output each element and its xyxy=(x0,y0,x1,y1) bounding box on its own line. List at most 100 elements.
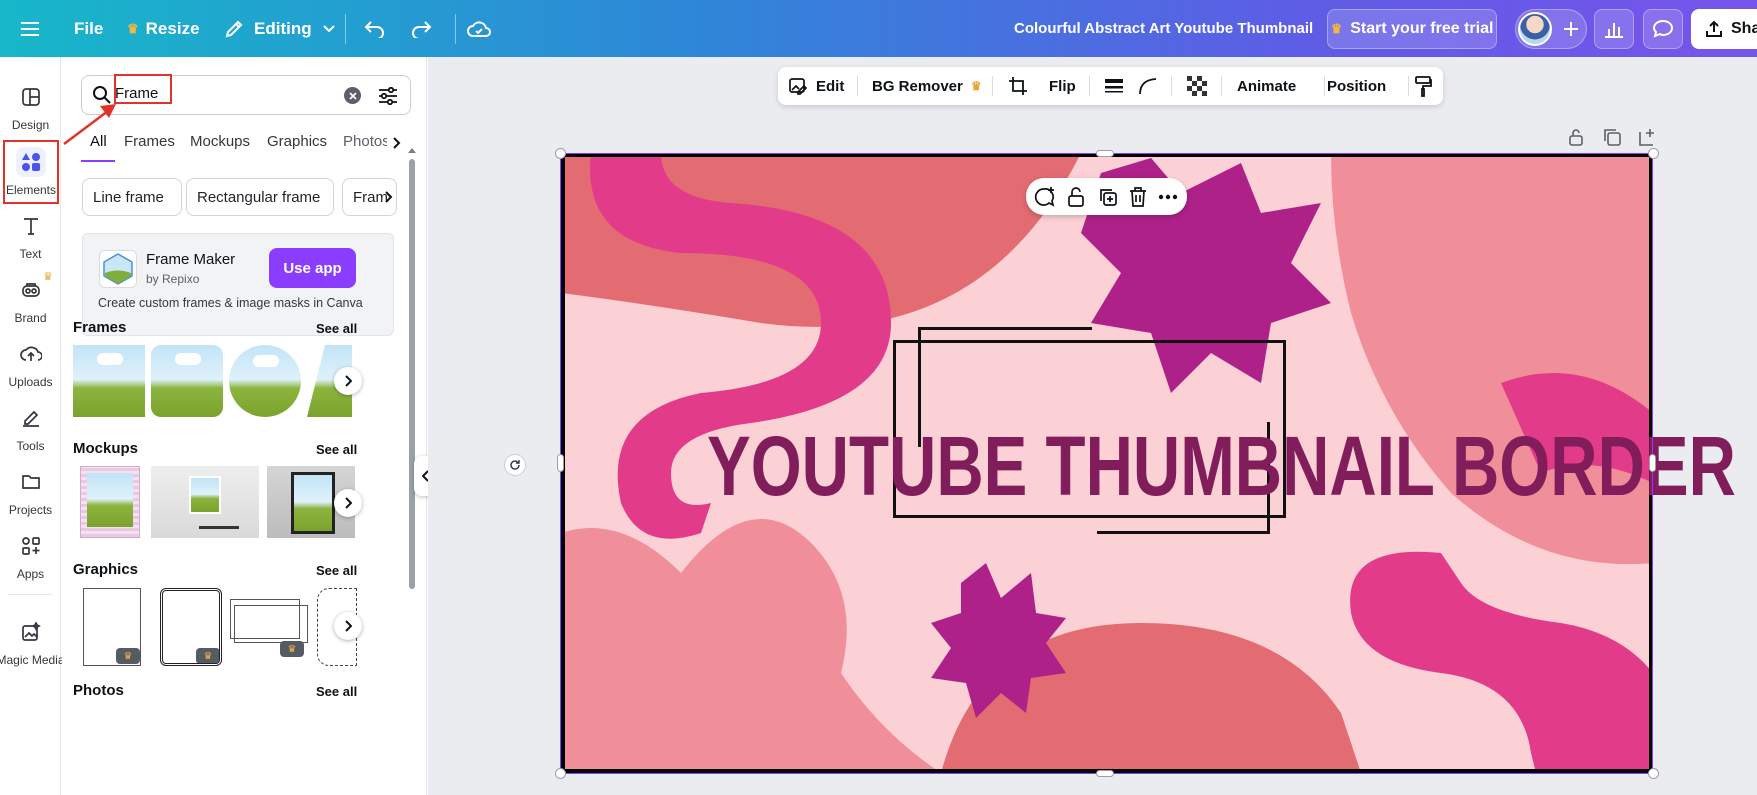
insights-button[interactable] xyxy=(1594,9,1634,49)
corner-rounding-icon xyxy=(1139,78,1157,95)
flip-button[interactable]: Flip xyxy=(1049,67,1076,105)
resize-handle-bottom[interactable] xyxy=(1096,770,1114,777)
animate-button[interactable]: Animate xyxy=(1237,67,1296,105)
divider xyxy=(1408,76,1409,96)
section-title-mockups: Mockups xyxy=(73,440,139,457)
menu-button[interactable] xyxy=(20,0,40,57)
rotate-icon xyxy=(510,460,520,470)
resize-handle-right[interactable] xyxy=(1649,454,1656,472)
editing-mode-dropdown[interactable]: Editing xyxy=(224,0,336,57)
resize-button[interactable]: ♛ Resize xyxy=(127,0,200,57)
divider xyxy=(8,594,52,595)
tab-frames[interactable]: Frames xyxy=(124,133,175,150)
duplicate-page-icon[interactable] xyxy=(1602,127,1622,147)
edit-image-button[interactable]: Edit xyxy=(788,67,844,105)
transparency-icon xyxy=(1187,76,1207,96)
use-app-button[interactable]: Use app xyxy=(269,248,356,288)
document-title[interactable]: Colourful Abstract Art Youtube Thumbnail xyxy=(1014,0,1313,57)
tab-graphics[interactable]: Graphics xyxy=(267,133,327,150)
resize-handle-top-right[interactable] xyxy=(1648,148,1659,159)
scroll-up-arrow[interactable] xyxy=(408,148,416,153)
graphic-thumb-sketch-frame[interactable]: ♛ xyxy=(160,588,222,666)
see-all-mockups-link[interactable]: See all xyxy=(316,442,357,457)
chip-label: Fram xyxy=(353,188,388,206)
plus-icon xyxy=(1564,22,1578,36)
crop-button[interactable] xyxy=(1008,67,1028,105)
rotate-handle[interactable] xyxy=(504,454,526,476)
redo-button[interactable] xyxy=(410,0,432,57)
tab-mockups[interactable]: Mockups xyxy=(190,133,250,150)
trash-icon[interactable] xyxy=(1128,186,1148,208)
resize-handle-top-left[interactable] xyxy=(555,148,566,159)
mockups-next-button[interactable] xyxy=(334,489,362,517)
corner-rounding-button[interactable] xyxy=(1138,67,1158,105)
chevron-right-icon xyxy=(345,497,352,509)
rail-label-text: Text xyxy=(19,247,42,261)
divider xyxy=(1324,76,1325,96)
save-status-button[interactable] xyxy=(467,0,491,57)
see-all-photos-link[interactable]: See all xyxy=(316,684,357,699)
resize-handle-bottom-left[interactable] xyxy=(555,768,566,779)
copy-style-button[interactable] xyxy=(1414,67,1432,105)
clear-search-button[interactable] xyxy=(344,87,361,104)
share-button[interactable]: Sha xyxy=(1691,9,1757,49)
bar-chart-icon xyxy=(1605,23,1623,38)
chip-line-frame[interactable]: Line frame xyxy=(82,178,182,216)
frames-next-button[interactable] xyxy=(334,367,362,395)
mockup-thumb-frame[interactable] xyxy=(80,466,140,538)
bg-remover-button[interactable]: BG Remover ♛ xyxy=(872,67,982,105)
rail-item-text[interactable]: Text xyxy=(0,204,61,268)
see-all-frames-link[interactable]: See all xyxy=(316,321,357,336)
design-icon xyxy=(21,88,40,106)
crown-icon: ♛ xyxy=(1330,21,1343,36)
more-options-icon[interactable] xyxy=(1158,194,1178,200)
frame-thumb-circle[interactable] xyxy=(229,345,301,417)
rail-item-apps[interactable]: Apps xyxy=(0,524,61,588)
file-menu[interactable]: File xyxy=(74,0,103,57)
lock-icon[interactable] xyxy=(1066,186,1086,208)
scrollbar-thumb[interactable] xyxy=(409,159,415,589)
frame-thumb-square[interactable] xyxy=(73,345,145,417)
rail-item-elements[interactable]: Elements xyxy=(3,140,59,204)
divider xyxy=(857,76,858,96)
duplicate-icon[interactable] xyxy=(1097,186,1119,208)
add-collaborator-button[interactable] xyxy=(1557,15,1585,43)
rail-item-projects[interactable]: Projects xyxy=(0,460,61,524)
avatar[interactable] xyxy=(1518,12,1552,46)
filter-button[interactable] xyxy=(376,84,400,108)
border-style-button[interactable] xyxy=(1104,67,1124,105)
graphics-next-button[interactable] xyxy=(334,612,362,640)
rail-item-brand[interactable]: Brand ♛ xyxy=(0,268,61,332)
rail-item-design[interactable]: Design xyxy=(0,75,61,139)
add-page-icon[interactable] xyxy=(1637,127,1657,147)
resize-handle-top[interactable] xyxy=(1096,150,1114,157)
rail-item-uploads[interactable]: Uploads xyxy=(0,332,61,396)
start-free-trial-button[interactable]: ♛ Start your free trial xyxy=(1327,9,1497,49)
resize-handle-left[interactable] xyxy=(557,454,564,472)
transparency-button[interactable] xyxy=(1187,67,1207,105)
rail-item-tools[interactable]: Tools xyxy=(0,396,61,460)
frame-thumb-rounded[interactable] xyxy=(151,345,223,417)
magic-media-icon xyxy=(21,622,41,641)
undo-icon xyxy=(364,20,384,38)
tab-photos[interactable]: Photos xyxy=(343,133,387,150)
rail-item-magic-media[interactable]: Magic Media xyxy=(0,610,67,674)
see-all-graphics-link[interactable]: See all xyxy=(316,563,357,578)
border-weight-icon xyxy=(1105,79,1123,93)
highlight-box xyxy=(114,74,172,104)
comments-button[interactable] xyxy=(1643,9,1683,49)
graphic-thumb-double-frame[interactable]: ♛ xyxy=(230,597,310,657)
chip-rectangular-frame[interactable]: Rectangular frame xyxy=(186,178,334,216)
chevron-right-icon[interactable] xyxy=(392,136,402,150)
position-button[interactable]: Position xyxy=(1327,67,1386,105)
undo-button[interactable] xyxy=(364,0,386,57)
comment-add-icon[interactable] xyxy=(1034,186,1056,208)
graphic-thumb-rect-frame[interactable]: ♛ xyxy=(83,588,141,666)
lock-icon[interactable] xyxy=(1566,127,1586,147)
chevron-right-icon[interactable] xyxy=(384,190,394,204)
resize-handle-bottom-right[interactable] xyxy=(1648,768,1659,779)
mockup-thumb-wall[interactable] xyxy=(151,466,259,538)
image-edit-icon xyxy=(789,78,808,95)
rail-label-tools: Tools xyxy=(16,439,45,453)
hamburger-icon xyxy=(21,21,39,36)
